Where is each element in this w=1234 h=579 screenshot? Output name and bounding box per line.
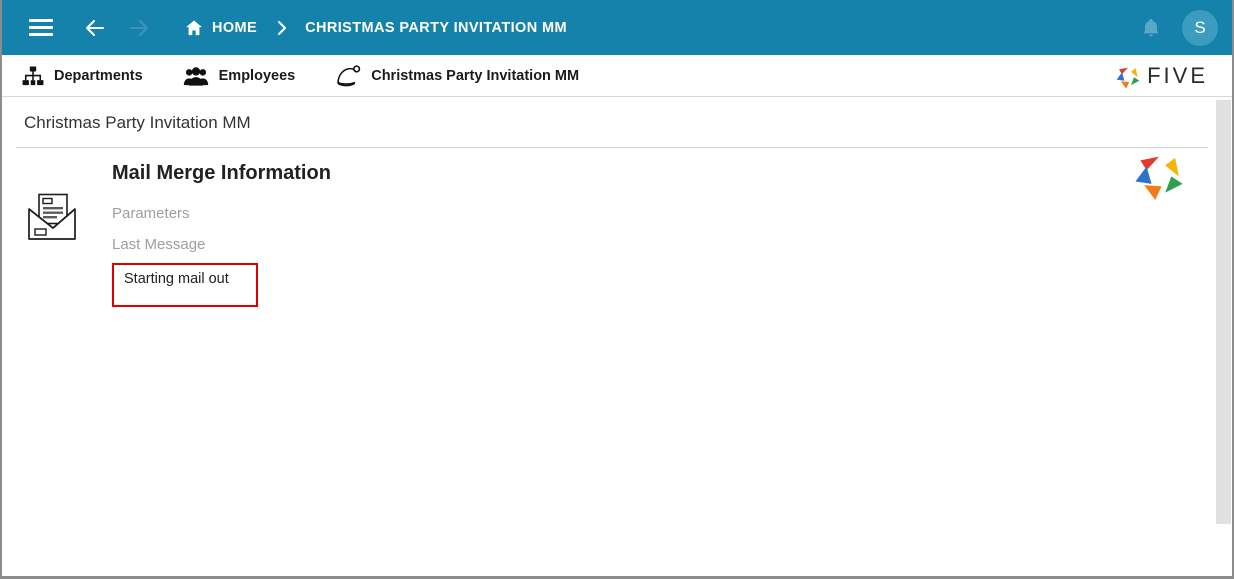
- scrollbar-thumb[interactable]: [1216, 100, 1231, 524]
- field-label-last-message: Last Message: [112, 236, 206, 253]
- tab-departments[interactable]: Departments: [22, 65, 143, 86]
- breadcrumb-separator: [275, 20, 289, 36]
- open-envelope-mail-icon: [28, 193, 76, 240]
- home-icon: [186, 20, 202, 35]
- mail-merge-record: Mail Merge Information Parameters Last M…: [2, 148, 1232, 307]
- arrow-left-icon: [85, 19, 105, 36]
- user-avatar[interactable]: S: [1182, 9, 1218, 46]
- tab-departments-label: Departments: [54, 67, 143, 84]
- topbar-right-group: S: [1134, 9, 1218, 46]
- page-title: Christmas Party Invitation MM: [24, 113, 251, 132]
- field-value-last-message: Starting mail out: [124, 271, 229, 287]
- tab-employees-label: Employees: [218, 67, 296, 84]
- chevron-right-icon: [278, 20, 287, 35]
- tab-employees[interactable]: Employees: [183, 66, 296, 86]
- hamburger-menu-button[interactable]: [24, 11, 58, 45]
- brand-text: FIVE: [1147, 62, 1208, 88]
- tab-christmas-party-invitation-mm-label: Christmas Party Invitation MM: [371, 67, 580, 84]
- last-message-highlight[interactable]: Starting mail out: [112, 263, 258, 307]
- bell-icon: [1143, 18, 1159, 36]
- arrow-right-icon: [129, 19, 149, 36]
- navigation-arrows: [78, 11, 156, 45]
- vertical-scrollbar[interactable]: [1215, 97, 1232, 527]
- page-body: Christmas Party Invitation MM Mail Merge…: [2, 97, 1232, 576]
- application-window: HOME CHRISTMAS PARTY INVITATION MM S Dep…: [0, 0, 1234, 579]
- avatar-initial: S: [1194, 17, 1206, 37]
- notifications-button[interactable]: [1134, 11, 1168, 45]
- module-tab-strip: Departments Employees Christmas Party In…: [2, 55, 1232, 97]
- breadcrumb-current[interactable]: CHRISTMAS PARTY INVITATION MM: [305, 20, 567, 36]
- five-pinwheel-logo-icon: [1116, 67, 1140, 89]
- record-icon-slot: [26, 162, 112, 307]
- breadcrumb-home-label: HOME: [212, 19, 258, 36]
- five-pinwheel-logo-icon: [1135, 156, 1183, 201]
- top-app-bar: HOME CHRISTMAS PARTY INVITATION MM S: [2, 0, 1232, 55]
- page-watermark-logo: [1128, 143, 1190, 210]
- topbar-left-group: HOME CHRISTMAS PARTY INVITATION MM: [24, 11, 1134, 45]
- hamburger-menu-icon: [29, 15, 53, 41]
- field-label-parameters: Parameters: [112, 205, 190, 222]
- users-group-icon: [183, 66, 208, 86]
- forward-button[interactable]: [122, 11, 156, 45]
- brand-logo: FIVE: [1113, 61, 1208, 91]
- breadcrumb-home[interactable]: HOME: [184, 18, 257, 38]
- santa-hat-icon: [337, 64, 361, 86]
- tab-christmas-party-invitation-mm[interactable]: Christmas Party Invitation MM: [335, 64, 580, 87]
- mail-merge-fields: Mail Merge Information Parameters Last M…: [112, 162, 1232, 307]
- sitemap-icon: [22, 65, 44, 85]
- section-heading: Mail Merge Information: [112, 162, 331, 184]
- back-button[interactable]: [78, 11, 112, 45]
